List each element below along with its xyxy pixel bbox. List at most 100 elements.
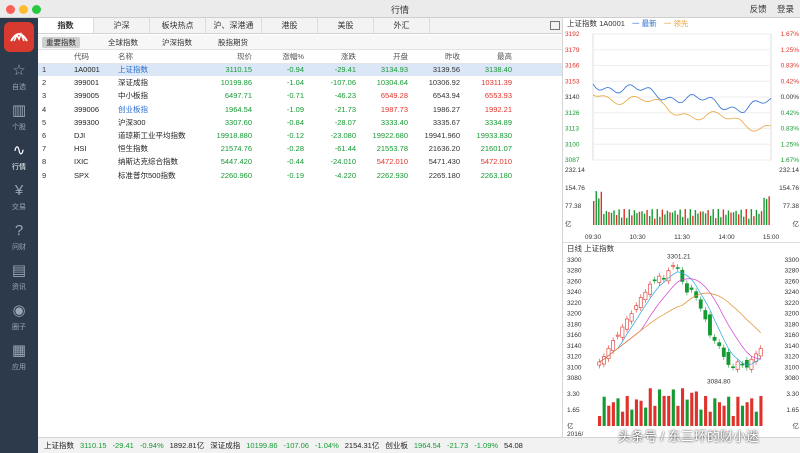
table-row[interactable]: 6 DJI 道琼斯工业平均指数 19918.880 -0.12 -23.080 19922.…	[38, 129, 562, 142]
subtab-2[interactable]: 沪深指数	[158, 37, 196, 48]
tab-3[interactable]: 沪、深港通	[206, 18, 262, 33]
y-tick-left: 3100	[565, 141, 580, 148]
kline-volume-bar	[708, 411, 712, 426]
intraday-chart[interactable]: 3192 1.67% 3179 1.25% 3166 0.83% 3153 0.42% 3140…	[563, 30, 800, 242]
volume-bar	[768, 196, 770, 225]
col-header[interactable]: 现价	[204, 51, 256, 64]
table-row[interactable]: 3 399005 中小板指 6497.71 -0.71 -46.23 6549.28 6543…	[38, 89, 562, 102]
vol-tick-right: 232.14	[779, 167, 799, 174]
volume-bar	[628, 209, 630, 225]
volume-bar	[613, 210, 615, 225]
table-row[interactable]: 4 399006 创业板指 1964.54 -1.09 -21.73 1987.73 1986…	[38, 103, 562, 116]
volume-bar	[697, 213, 699, 225]
volume-bar	[702, 211, 704, 225]
table-row[interactable]: 2 399001 深证成指 10199.86 -1.04 -107.06 10304.64 1…	[38, 76, 562, 89]
star-icon: ☆	[12, 62, 26, 79]
sidebar-item-candlestick[interactable]: ▥ 个股	[0, 98, 38, 136]
volume-bar	[758, 213, 760, 225]
y-tick-left: 3140	[565, 94, 580, 101]
sidebar-item-trade[interactable]: ¥ 交易	[0, 178, 38, 216]
tab-5[interactable]: 美股	[318, 18, 374, 33]
kline-volume-bar	[717, 402, 721, 426]
col-header[interactable]: 涨幅%	[256, 51, 308, 64]
volume-bar	[648, 216, 651, 225]
kline-volume-bar	[750, 398, 754, 426]
login-button[interactable]: 登录	[777, 4, 794, 14]
kline-volume-bar	[690, 392, 694, 426]
sidebar-item-label: 应用	[12, 364, 26, 371]
col-header[interactable]: 涨跌	[308, 51, 360, 64]
cell-extra: 10	[516, 76, 562, 89]
tab-4[interactable]: 港股	[262, 18, 318, 33]
cell-code: DJI	[74, 131, 86, 141]
candle-body	[648, 283, 652, 295]
volume-bar	[694, 210, 697, 225]
col-header[interactable]: 开盘	[360, 51, 412, 64]
table-row[interactable]: 5 399300 沪深300 3307.60 -0.84 -28.07 3333.40 333…	[38, 116, 562, 129]
cell-pct: -0.84	[286, 117, 304, 127]
kline-vol-tick-right: 3.30	[786, 391, 799, 398]
sidebar-item-circle[interactable]: ◉ 圈子	[0, 298, 38, 336]
y-tick-right: 0.83%	[781, 63, 800, 70]
panel-toggle-icon[interactable]	[550, 21, 560, 30]
sidebar-item-news[interactable]: ▤ 资讯	[0, 258, 38, 296]
kline-vol-tick-right: 亿	[793, 421, 800, 430]
kline-volume-bar	[704, 396, 708, 426]
cell-prev: 2265.180	[428, 170, 460, 180]
kline-vol-tick-right: 1.65	[786, 407, 799, 414]
col-header[interactable]: 最高	[464, 51, 516, 64]
table-row[interactable]: 8 IXIC 纳斯达克综合指数 5447.420 -0.44 -24.010 5472.01…	[38, 155, 562, 168]
status-name: 创业板	[385, 441, 408, 450]
tab-6[interactable]: 外汇	[374, 18, 430, 33]
cell-n: 1	[38, 63, 54, 77]
cell-chg: -28.07	[334, 117, 356, 127]
sidebar-item-star[interactable]: ☆ 自选	[0, 58, 38, 96]
status-chg: -107.06	[283, 441, 309, 450]
cell-high: 1992.21	[484, 104, 512, 114]
kline-volume-bar	[657, 389, 662, 426]
cell-n: 2	[42, 78, 47, 88]
kline-chart[interactable]: 3300 3300 3280 3280 3260 3260 3240 3240 3220 3220…	[563, 254, 800, 438]
kline-volume-bar	[699, 409, 703, 426]
vol-tick-left: 232.14	[565, 167, 585, 174]
col-header[interactable]: 昨收	[412, 51, 464, 64]
table-row[interactable]: 7 HSI 恒生指数 21574.76 -0.28 -61.44 21553.78 21636…	[38, 142, 562, 155]
volume-bar	[689, 209, 692, 225]
table-row[interactable]: 9 SPX 标准普尔500指数 2260.960 -0.19 -4.220 2262.930…	[38, 169, 562, 182]
cell-extra: 54	[516, 155, 562, 168]
feedback-button[interactable]: 反馈	[750, 4, 767, 14]
trade-icon: ¥	[14, 182, 24, 199]
col-header[interactable]: 代码	[54, 51, 116, 64]
subtab-0[interactable]: 重要指数	[42, 37, 80, 48]
sidebar-item-label: 行情	[12, 164, 26, 171]
kline-volume-bar	[685, 399, 689, 426]
volume-bar	[618, 209, 620, 225]
volume-bar	[603, 214, 605, 225]
status-name: 深证成指	[210, 441, 241, 450]
kline-volume-bar	[644, 407, 648, 426]
volume-bar	[620, 217, 623, 225]
cell-high: 19933.830	[476, 131, 512, 141]
tab-0[interactable]: 指数	[38, 18, 94, 33]
candle-body	[744, 360, 749, 368]
subtab-1[interactable]: 全球指数	[104, 37, 142, 48]
cell-open: 1987.73	[380, 104, 408, 114]
col-header[interactable]: 名称	[116, 51, 204, 64]
volume-bar	[755, 209, 758, 225]
candle-body	[629, 313, 634, 322]
sidebar-item-question[interactable]: ? 问财	[0, 218, 38, 256]
kline-volume-bar	[731, 415, 735, 426]
kline-volume-bar	[759, 396, 763, 426]
cell-pct: -0.71	[286, 91, 304, 101]
sidebar-item-chart-line[interactable]: ∿ 行情	[0, 138, 38, 176]
tab-1[interactable]: 沪深	[94, 18, 150, 33]
table-row[interactable]: 1 1A0001 上证指数 3110.15 -0.94 -29.41 3134.93 3139…	[38, 63, 562, 77]
kline-volume-bar	[671, 389, 675, 426]
vol-tick-left: 154.76	[565, 185, 585, 192]
cell-price: 5447.420	[220, 157, 252, 167]
candle-body	[703, 310, 708, 320]
tab-2[interactable]: 板块热点	[150, 18, 206, 33]
sidebar-item-apps[interactable]: ▦ 应用	[0, 338, 38, 376]
volume-bar	[740, 209, 742, 225]
subtab-3[interactable]: 股指期货	[214, 37, 252, 48]
